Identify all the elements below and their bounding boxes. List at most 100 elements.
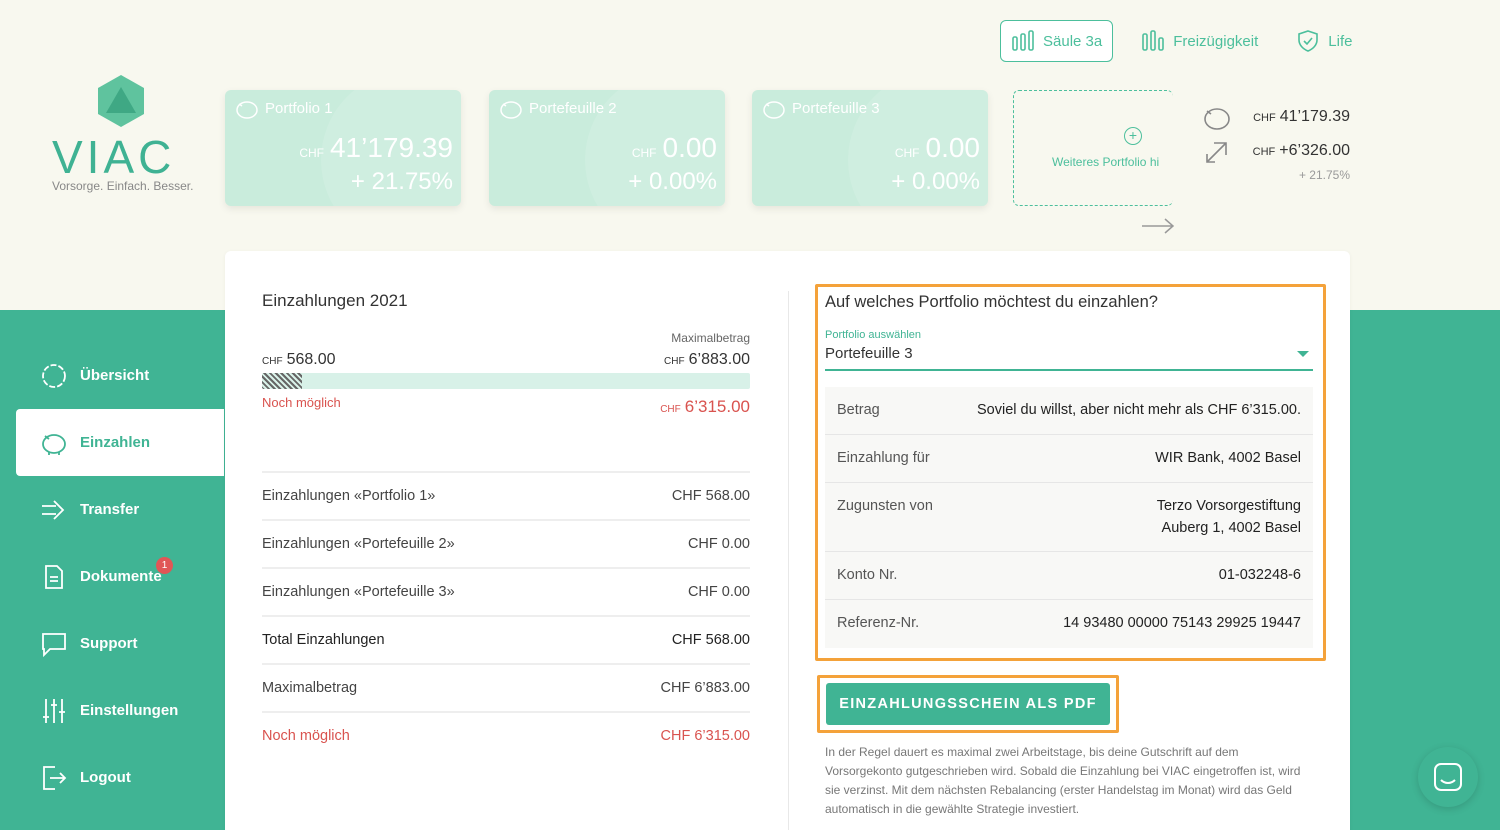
current-amount: 568.00 [286,351,336,368]
total-value: CHF 41’179.39 [1253,108,1350,126]
sidebar-item-label: Dokumente [80,568,162,585]
plus-icon: + [1124,127,1142,145]
sliders-icon [43,698,65,723]
brand-tagline: Vorsorge. Einfach. Besser. [52,179,194,193]
shield-icon [1298,30,1319,52]
row-label: Einzahlungen «Portefeuille 3» [262,584,455,600]
sidebar-item-einzahlen[interactable]: Einzahlen [16,409,224,476]
progress-fill [262,373,303,389]
currency: CHF [1253,112,1276,124]
info-value: Soviel du willst, aber nicht mehr als CH… [977,402,1301,418]
tab-life[interactable]: Life [1286,20,1362,62]
row-value: CHF 0.00 [687,536,750,552]
tab-label: Freizügigkeit [1173,32,1259,50]
main-panel: Einzahlungen 2021 Maximalbetrag CHF 568.0… [225,251,1350,830]
total-amount: 41’179.39 [1279,108,1350,125]
table-row: Einzahlungen «Portfolio 1» CHF 568.00 [262,471,750,519]
chat-launcher-button[interactable] [1418,747,1478,807]
tab-freizuegigkeit[interactable]: Freizügigkeit [1131,20,1268,62]
gem-logo-icon [98,75,144,127]
tab-label: Säule 3a [1043,32,1103,50]
piggybank-icon [42,433,66,455]
sidebar-item-label: Support [80,635,138,652]
info-value: WIR Bank, 4002 Basel [1155,450,1301,466]
payment-note: In der Regel dauert es maximal zwei Arbe… [825,745,1301,816]
gain-amount: +6’326.00 [1279,142,1350,159]
amount-value: 0.00 [662,132,718,163]
row-label: Einzahlungen «Portfolio 1» [262,488,436,504]
row-label: Noch möglich [262,728,350,744]
info-key: Betrag [837,402,880,418]
piggybank-icon [236,101,258,119]
table-row: Maximalbetrag CHF 6’883.00 [262,663,750,711]
sidebar-item-label: Einzahlen [80,434,151,451]
current-deposit: CHF 568.00 [262,351,336,369]
chat-icon [1434,763,1462,791]
select-value: Portefeuille 3 [825,345,913,362]
sidebar-item-transfer[interactable]: Transfer [0,476,224,543]
logout-icon [43,765,67,790]
pdf-button[interactable]: EINZAHLUNGSSCHEIN ALS PDF [826,683,1110,725]
portfolio-performance: + 21.75% [350,168,453,195]
transfer-icon [42,499,65,520]
sidebar-item-support[interactable]: Support [0,610,224,677]
caret-down-icon [1297,351,1309,357]
notification-badge: 1 [156,557,173,574]
deposits-table: Einzahlungen «Portfolio 1» CHF 568.00 Ein… [262,471,750,759]
product-nav: Säule 3a Freizügigkeit Life [1000,20,1362,62]
portfolio-card-2[interactable]: Portefeuille 2 CHF 0.00 + 0.00% [489,90,725,206]
gain-value: CHF +6’326.00 [1253,142,1350,160]
bars-icon [1142,30,1165,51]
select-label: Portfolio auswählen [825,329,922,341]
sidebar-item-einstellungen[interactable]: Einstellungen [0,677,224,744]
payment-question: Auf welches Portfolio möchtest du einzah… [825,293,1158,311]
portfolio-select[interactable]: Portefeuille 3 [825,345,1313,371]
currency: CHF [262,356,283,367]
chat-icon [42,632,66,657]
sidebar-item-label: Transfer [80,501,140,518]
arrow-right-icon[interactable] [1140,216,1176,236]
piggybank-icon [500,101,522,119]
sidebar-item-logout[interactable]: Logout [0,744,224,811]
info-row: Betrag Soviel du willst, aber nicht mehr … [825,387,1313,435]
sidebar-item-uebersicht[interactable]: Übersicht [0,342,224,409]
add-portfolio-card[interactable]: + Weiteres Portfolio hi [1013,90,1173,206]
table-row: Noch möglich CHF 6’315.00 [262,711,750,759]
account-summary: CHF 41’179.39 CHF +6’326.00 + 21.75% [1200,102,1350,182]
remaining-label: Noch möglich [262,395,341,410]
max-deposit: CHF 6’883.00 [664,351,750,369]
row-label: Einzahlungen «Portefeuille 2» [262,536,455,552]
row-value: CHF 568.00 [671,632,750,648]
gain-performance: + 21.75% [1298,168,1350,182]
info-value-multiline: Terzo Vorsorgestiftung Auberg 1, 4002 Bas… [1157,495,1301,539]
portfolio-amount: CHF 41’179.39 [299,132,453,164]
row-label: Maximalbetrag [262,680,358,696]
portfolio-amount: CHF 0.00 [895,132,980,164]
sidebar-item-label: Logout [80,769,131,786]
portfolio-performance: + 0.00% [891,168,980,195]
remaining-deposit: CHF 6’315.00 [660,397,750,417]
tab-saeule-3a[interactable]: Säule 3a [1000,20,1114,62]
remaining-amount: 6’315.00 [684,397,750,416]
info-key: Einzahlung für [837,450,930,466]
currency: CHF [631,146,657,160]
trend-up-icon [1206,142,1227,163]
column-divider [788,291,789,830]
max-amount: 6’883.00 [688,351,750,368]
portfolio-performance: + 0.00% [628,168,717,195]
sidebar-item-dokumente[interactable]: Dokumente 1 [0,543,224,610]
info-value-line2: Auberg 1, 4002 Basel [1161,520,1301,536]
tab-label: Life [1328,32,1353,50]
info-key: Zugunsten von [837,498,933,514]
deposit-progress-bar [262,373,750,389]
bars-icon [1012,30,1034,51]
max-label: Maximalbetrag [671,331,750,345]
table-row: Total Einzahlungen CHF 568.00 [262,615,750,663]
portfolio-card-1[interactable]: Portfolio 1 CHF 41’179.39 + 21.75% [225,90,461,206]
currency: CHF [299,146,324,160]
sidebar: Übersicht Einzahlen Transfer Dokumente 1… [0,342,224,811]
row-value: CHF 6’883.00 [660,680,750,696]
portfolio-card-3[interactable]: Portefeuille 3 CHF 0.00 + 0.00% [752,90,988,206]
currency: CHF [1252,146,1276,158]
table-row: Einzahlungen «Portefeuille 3» CHF 0.00 [262,567,750,615]
